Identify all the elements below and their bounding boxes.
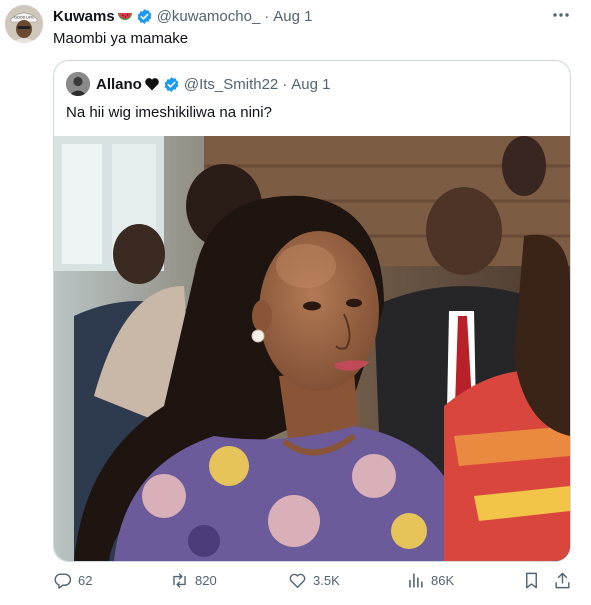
avatar-cap-text: GOOD LIFE bbox=[14, 16, 34, 20]
quoted-text: Na hii wig imeshikiliwa na nini? bbox=[66, 104, 272, 121]
share-icon bbox=[555, 572, 570, 588]
watermelon-icon bbox=[117, 8, 133, 24]
retweet-count: 820 bbox=[195, 572, 217, 588]
retweet-icon bbox=[173, 572, 186, 588]
quoted-header-separator: · bbox=[282, 75, 288, 93]
heart-icon bbox=[289, 573, 306, 588]
views-count: 86K bbox=[431, 572, 455, 588]
bookmark-button[interactable] bbox=[522, 568, 547, 592]
quoted-header: Allano @Its_Smith22 · Aug 1 bbox=[96, 74, 330, 94]
black-heart-icon bbox=[144, 76, 160, 92]
reply-icon bbox=[54, 572, 72, 589]
quoted-photo[interactable] bbox=[54, 136, 570, 561]
reply-button[interactable]: 62 bbox=[53, 568, 92, 592]
author-avatar[interactable]: GOOD LIFE bbox=[5, 5, 43, 43]
quoted-date[interactable]: Aug 1 bbox=[291, 76, 330, 93]
more-options-icon[interactable] bbox=[549, 6, 573, 24]
verified-badge-icon bbox=[136, 8, 153, 25]
quoted-tweet[interactable]: Allano @Its_Smith22 · Aug 1 Na hii wig i… bbox=[53, 60, 571, 562]
tweet-date[interactable]: Aug 1 bbox=[273, 8, 312, 25]
like-count: 3.5K bbox=[313, 572, 340, 588]
author-handle[interactable]: @kuwamocho_ bbox=[157, 8, 261, 25]
views-chart-icon bbox=[409, 572, 423, 588]
retweet-button[interactable]: 820 bbox=[170, 568, 217, 592]
quoted-author-avatar[interactable] bbox=[66, 72, 90, 96]
header-separator: · bbox=[264, 7, 270, 25]
share-button[interactable] bbox=[553, 568, 578, 592]
tweet-header: Kuwams @kuwamocho_ · Aug 1 bbox=[53, 6, 313, 26]
tweet-text: Maombi ya mamake bbox=[53, 30, 189, 47]
views-button[interactable]: 86K bbox=[406, 568, 454, 592]
quoted-author-handle[interactable]: @Its_Smith22 bbox=[184, 76, 278, 93]
bookmark-icon bbox=[526, 572, 537, 588]
quoted-verified-badge-icon bbox=[163, 76, 180, 93]
quoted-author-name[interactable]: Allano bbox=[96, 76, 142, 93]
author-name[interactable]: Kuwams bbox=[53, 8, 115, 25]
tweet[interactable]: GOOD LIFE Kuwams @kuwamocho_ · Aug 1 Mao… bbox=[0, 0, 591, 605]
reply-count: 62 bbox=[78, 572, 93, 588]
like-button[interactable]: 3.5K bbox=[288, 568, 340, 592]
action-bar: 62 820 3.5K 86K bbox=[53, 568, 573, 592]
